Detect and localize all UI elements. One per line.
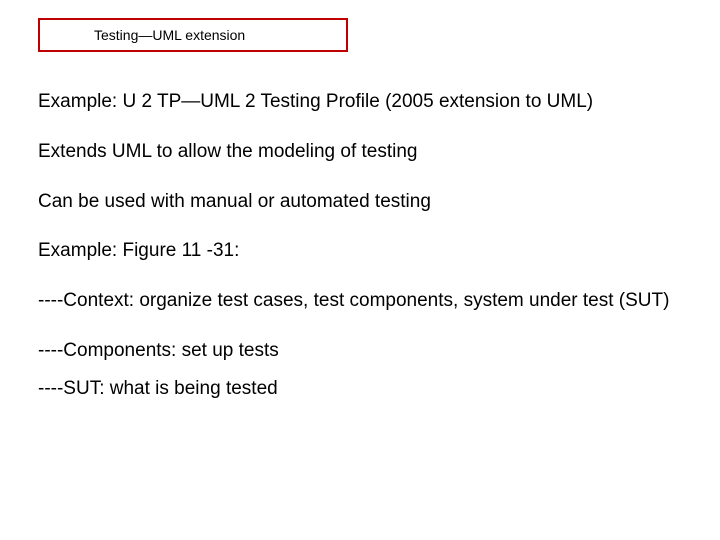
paragraph: ----Context: organize test cases, test c… (38, 289, 682, 313)
paragraph: Extends UML to allow the modeling of tes… (38, 140, 682, 164)
paragraph: Example: U 2 TP—UML 2 Testing Profile (2… (38, 90, 682, 114)
paragraph: ----Components: set up tests (38, 339, 682, 363)
paragraph: Example: Figure 11 -31: (38, 239, 682, 263)
slide-body: Example: U 2 TP—UML 2 Testing Profile (2… (38, 90, 682, 414)
paragraph: Can be used with manual or automated tes… (38, 190, 682, 214)
slide-title: Testing—UML extension (94, 27, 245, 43)
slide: Testing—UML extension Example: U 2 TP—UM… (0, 0, 720, 540)
paragraph: ----SUT: what is being tested (38, 377, 682, 401)
title-box: Testing—UML extension (38, 18, 348, 52)
